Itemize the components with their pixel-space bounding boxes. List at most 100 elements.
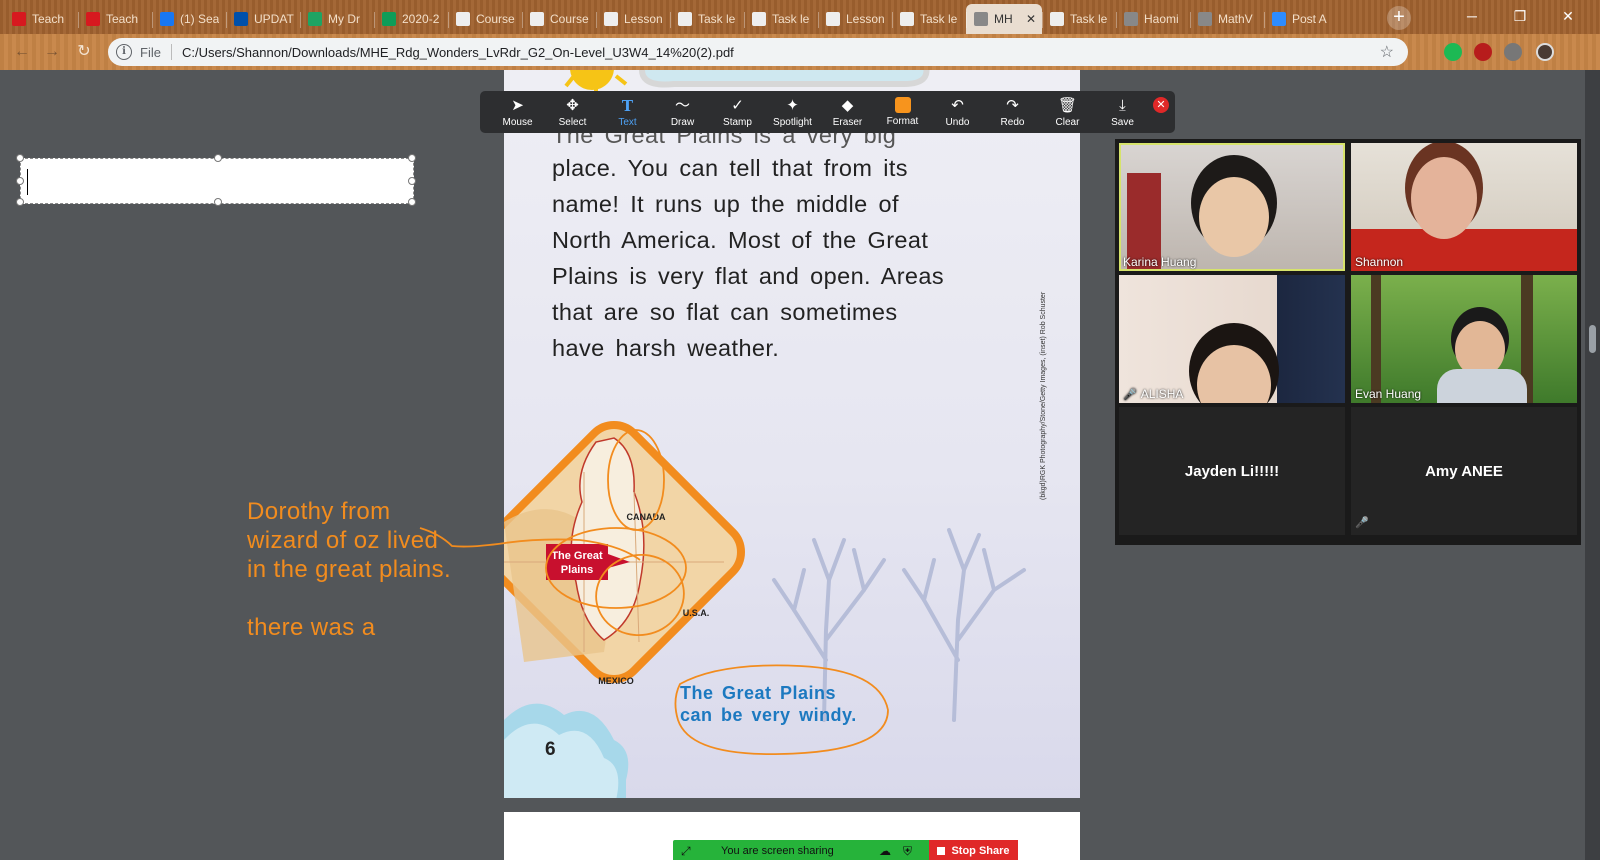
back-icon[interactable]: ← [10, 40, 34, 64]
browser-tab[interactable]: 2020-2 [374, 4, 448, 34]
participant-name-text: Karina Huang [1123, 255, 1197, 269]
participant-tile[interactable]: Shannon [1351, 143, 1577, 271]
resize-handle[interactable] [408, 154, 416, 162]
browser-tab[interactable]: Teach [78, 4, 152, 34]
minimize-button[interactable]: ─ [1452, 4, 1492, 28]
bookmark-star-icon[interactable]: ☆ [1380, 42, 1394, 62]
passage-text: The Great Plains is a very big place. Yo… [552, 122, 982, 366]
forward-icon[interactable]: → [40, 40, 64, 64]
sharing-status[interactable]: ⤢ You are screen sharing ☁ ⛨ [673, 840, 929, 860]
browser-tab[interactable]: (1) Sea [152, 4, 226, 34]
drag-handle-icon[interactable]: ⤢ [681, 844, 691, 859]
annotation-text-box[interactable] [16, 154, 416, 206]
tab-title: Lesson [846, 12, 885, 26]
muted-mic-icon: 🎤 [1123, 389, 1137, 401]
document-icon [752, 12, 766, 26]
browser-tab[interactable]: Lesson [818, 4, 892, 34]
scheme-label: File [140, 44, 161, 60]
site-info-icon[interactable]: i [116, 44, 132, 60]
browser-tab[interactable]: UPDAT [226, 4, 300, 34]
lidl-icon [234, 12, 248, 26]
trash-icon: 🗑 [1057, 96, 1078, 114]
new-tab-button[interactable]: + [1387, 6, 1411, 30]
url-text[interactable]: C:/Users/Shannon/Downloads/MHE_Rdg_Wonde… [182, 45, 734, 60]
resize-handle[interactable] [214, 198, 222, 206]
tool-undo[interactable]: ↶ Undo [930, 91, 985, 133]
browser-tab[interactable]: Task le [892, 4, 966, 34]
tool-select[interactable]: ✥ Select [545, 91, 600, 133]
extension-chat-icon[interactable] [1444, 43, 1462, 61]
page-number: 6 [545, 739, 556, 760]
resize-handle[interactable] [408, 177, 416, 185]
eraser-icon: ◆ [841, 96, 854, 114]
tool-stamp[interactable]: ✓ Stamp [710, 91, 765, 133]
extension-ublock-icon[interactable] [1474, 43, 1492, 61]
browser-tab[interactable]: Post A [1264, 4, 1338, 34]
vertical-scrollbar[interactable] [1585, 70, 1600, 860]
resize-handle[interactable] [214, 154, 222, 162]
browser-tab[interactable]: Task le [670, 4, 744, 34]
close-annotate-icon[interactable]: ✕ [1153, 97, 1169, 113]
pdf-page: The Great Plains is a very big place. Yo… [504, 70, 1080, 798]
browser-tab[interactable]: Course [448, 4, 522, 34]
participant-tile[interactable]: Karina Huang [1119, 143, 1345, 271]
browser-tab[interactable]: Haomi [1116, 4, 1190, 34]
globe-icon [1198, 12, 1212, 26]
address-bar[interactable]: i File C:/Users/Shannon/Downloads/MHE_Rd… [108, 38, 1408, 66]
reload-icon[interactable]: ↻ [72, 40, 96, 64]
browser-tab[interactable]: MH ✕ [966, 4, 1042, 34]
restore-button[interactable]: ❐ [1500, 4, 1540, 28]
tab-title: UPDAT [254, 12, 294, 26]
resize-handle[interactable] [408, 198, 416, 206]
caption-line: can be very windy. [680, 705, 857, 725]
profile-avatar[interactable] [1536, 43, 1554, 61]
tool-eraser[interactable]: ◆ Eraser [820, 91, 875, 133]
scrollbar-thumb[interactable] [1589, 325, 1596, 353]
browser-tab-strip: Teach Teach (1) Sea UPDAT My Dr 2020-2 Course C… [0, 0, 1600, 34]
participant-tile[interactable]: Amy ANEE 🎤 [1351, 407, 1577, 535]
format-color-icon [894, 97, 911, 113]
resize-handle[interactable] [16, 198, 24, 206]
zoom-icon [1272, 12, 1286, 26]
browser-tab[interactable]: Task le [744, 4, 818, 34]
note-line: in the great plains. [247, 556, 452, 583]
document-icon [456, 12, 470, 26]
address-divider [170, 44, 172, 60]
extension-puzzle-icon[interactable] [1504, 43, 1522, 61]
tool-label: Redo [1000, 116, 1025, 128]
participant-tile[interactable]: 🎤 ALISHA [1119, 275, 1345, 403]
tool-clear[interactable]: 🗑 Clear [1040, 91, 1095, 133]
photo-credit: (bkgd)RGK Photography/Stone/Getty Images… [1040, 291, 1047, 500]
tool-mouse[interactable]: ➤ Mouse [490, 91, 545, 133]
browser-tab[interactable]: Teach [4, 4, 78, 34]
browser-tab[interactable]: Course [522, 4, 596, 34]
browser-tab[interactable]: Lesson [596, 4, 670, 34]
participant-name-text: ALISHA [1140, 387, 1184, 401]
browser-tab[interactable]: Task le [1042, 4, 1116, 34]
undo-icon: ↶ [951, 96, 964, 114]
teachingstrategies-icon [12, 12, 26, 26]
tab-close-icon[interactable]: ✕ [1026, 12, 1036, 26]
tool-save[interactable]: ⤓ Save [1095, 91, 1150, 133]
tool-draw[interactable]: 〜 Draw [655, 91, 710, 133]
browser-tab[interactable]: MathV [1190, 4, 1264, 34]
browser-tab[interactable]: My Dr [300, 4, 374, 34]
globe-icon [974, 12, 988, 26]
tab-title: Post A [1292, 12, 1327, 26]
close-window-button[interactable]: ✕ [1548, 4, 1588, 28]
tool-label: Mouse [502, 116, 533, 128]
participant-tile[interactable]: Evan Huang [1351, 275, 1577, 403]
redo-icon: ↷ [1006, 96, 1019, 114]
resize-handle[interactable] [16, 154, 24, 162]
stop-share-button[interactable]: Stop Share [929, 840, 1018, 860]
tool-label: Eraser [832, 116, 863, 128]
document-icon [826, 12, 840, 26]
tool-text[interactable]: T Text [600, 91, 655, 133]
resize-handle[interactable] [16, 177, 24, 185]
participant-name: Shannon [1355, 255, 1403, 269]
tool-spotlight[interactable]: ✦ Spotlight [765, 91, 820, 133]
tab-title: MH [994, 12, 1013, 26]
participant-tile[interactable]: Jayden Li!!!!! [1119, 407, 1345, 535]
tool-format[interactable]: Format [875, 91, 930, 133]
tool-redo[interactable]: ↷ Redo [985, 91, 1040, 133]
